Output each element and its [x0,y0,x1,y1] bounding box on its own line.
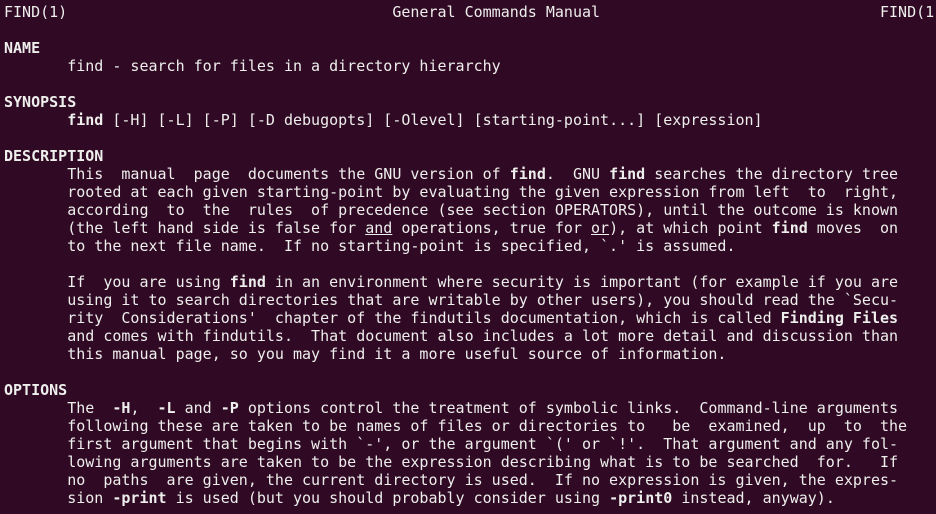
text-line: rooted at each given starting-point by e… [4,183,934,201]
text-segment: sion [4,489,113,507]
underlined-text: and [365,219,393,237]
bold-text: find [509,165,546,183]
text-segment: options control the treatment of symboli… [238,399,899,417]
bold-text: -print0 [609,489,673,507]
text-segment: first argument that begins with `-', or … [4,435,899,453]
section-heading-synopsis: SYNOPSIS [4,93,934,111]
text-segment: If you are using [4,273,230,291]
bold-text: DESCRIPTION [4,147,104,165]
text-segment: this manual page, so you may find it a m… [4,345,727,363]
text-line: first argument that begins with `-', or … [4,435,934,453]
text-segment: [-H] [-L] [-P] [-D debugopts] [-Olevel] … [103,111,763,129]
text-line: using it to search directories that are … [4,291,934,309]
bold-text: find [609,165,646,183]
section-heading-name: NAME [4,39,934,57]
text-line: The -H, -L and -P options control the tr… [4,399,934,417]
section-heading-options: OPTIONS [4,381,934,399]
text-segment: (the left hand side is false for [4,219,366,237]
text-segment: instead, anyway). [672,489,835,507]
text-line: no paths are given, the current director… [4,471,934,489]
text-line: lowing arguments are taken to be the exp… [4,453,934,471]
bold-text: -P [220,399,239,417]
bold-text: find [229,273,266,291]
text-segment: FIND(1) General Commands Manual FIND(1) [4,3,936,21]
man-page-text: FIND(1) General Commands Manual FIND(1) N… [4,3,936,507]
bold-text: -L [157,399,176,417]
text-segment: no paths are given, the current director… [4,471,899,489]
text-segment: and comes with findutils. That document … [4,327,899,345]
text-segment: , [130,399,158,417]
text-segment: is used (but you should probably conside… [166,489,610,507]
text-line: sion -print is used (but you should prob… [4,489,934,507]
text-line: This manual page documents the GNU versi… [4,165,934,183]
underlined-text: or [591,219,610,237]
bold-text: OPTIONS [4,381,68,399]
text-segment: ), at which point [609,219,772,237]
bold-text: find [67,111,104,129]
text-segment: moves on [807,219,899,237]
text-line: according to the rules of precedence (se… [4,201,934,219]
text-segment: following these are taken to be names of… [4,417,908,435]
text-line: to the next file name. If no starting-po… [4,237,934,255]
text-segment: find - search for files in a directory h… [4,57,501,75]
text-line: rity Considerations' chapter of the find… [4,309,934,327]
bold-text: -print [112,489,167,507]
section-heading-description: DESCRIPTION [4,147,934,165]
text-segment: rity Considerations' chapter of the find… [4,309,781,327]
man-header-line: FIND(1) General Commands Manual FIND(1) [4,3,936,21]
bold-text: find [771,219,808,237]
text-segment: searches the directory tree [645,165,899,183]
text-line: this manual page, so you may find it a m… [4,345,934,363]
text-line: find - search for files in a directory h… [4,57,934,75]
text-segment: and [175,399,221,417]
bold-text: Finding Files [780,309,899,327]
text-line: following these are taken to be names of… [4,417,934,435]
bold-text: -H [112,399,131,417]
text-segment: lowing arguments are taken to be the exp… [4,453,899,471]
text-segment: in an environment where security is impo… [265,273,899,291]
text-segment: The [4,399,113,417]
bold-text: SYNOPSIS [4,93,77,111]
text-line: and comes with findutils. That document … [4,327,934,345]
text-segment [4,111,67,129]
text-segment: This manual page documents the GNU versi… [4,165,510,183]
text-segment: to the next file name. If no starting-po… [4,237,736,255]
text-line: (the left hand side is false for and ope… [4,219,934,237]
terminal-window[interactable]: { "header": { "left": "FIND(1)", "center… [0,0,936,514]
bold-text: NAME [4,39,41,57]
text-segment: rooted at each given starting-point by e… [4,183,899,201]
text-line: find [-H] [-L] [-P] [-D debugopts] [-Ole… [4,111,934,129]
text-segment: operations, true for [392,219,592,237]
text-segment: using it to search directories that are … [4,291,899,309]
text-segment: according to the rules of precedence (se… [4,201,899,219]
text-line: If you are using find in an environment … [4,273,934,291]
text-segment: . GNU [545,165,610,183]
